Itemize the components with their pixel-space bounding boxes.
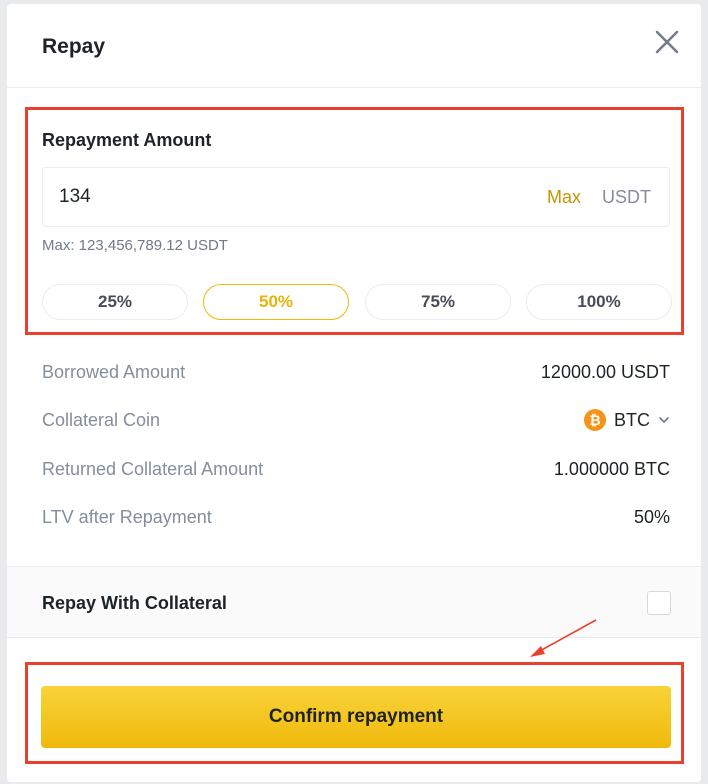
modal-title: Repay: [42, 35, 106, 58]
repay-with-collateral-checkbox[interactable]: [647, 591, 671, 615]
borrowed-amount-label: Borrowed Amount: [42, 361, 186, 382]
repayment-amount-input[interactable]: [59, 168, 479, 226]
collateral-coin-label: Collateral Coin: [42, 409, 161, 430]
returned-collateral-value: 1.000000 BTC: [553, 458, 670, 479]
repay-with-collateral-label: Repay With Collateral: [42, 593, 227, 613]
collateral-coin-row: Collateral Coin ₿ BTC: [42, 405, 670, 435]
collateral-coin-value: BTC: [614, 409, 650, 430]
percent-button-50[interactable]: 50%: [203, 284, 349, 320]
bitcoin-icon: ₿: [584, 409, 606, 431]
repayment-amount-field: Max USDT: [42, 167, 670, 227]
max-button[interactable]: Max: [547, 187, 581, 208]
repayment-amount-label: Repayment Amount: [42, 130, 212, 150]
ltv-value: 50%: [633, 506, 670, 527]
close-icon: [655, 30, 679, 54]
repay-with-collateral-section: Repay With Collateral: [7, 566, 701, 638]
collateral-coin-selector[interactable]: ₿ BTC: [584, 409, 670, 431]
max-amount-hint: Max: 123,456,789.12 USDT: [42, 237, 228, 254]
close-button[interactable]: [653, 28, 681, 56]
chevron-down-icon: [659, 417, 669, 423]
ltv-label: LTV after Repayment: [42, 506, 212, 527]
ltv-row: LTV after Repayment 50%: [42, 502, 670, 532]
currency-unit: USDT: [602, 187, 651, 207]
borrowed-amount-value: 12000.00 USDT: [540, 361, 670, 382]
percent-button-100[interactable]: 100%: [526, 284, 672, 320]
modal-header: Repay: [7, 4, 701, 88]
returned-collateral-row: Returned Collateral Amount 1.000000 BTC: [42, 454, 670, 484]
borrowed-amount-row: Borrowed Amount 12000.00 USDT: [42, 357, 670, 387]
confirm-repayment-button[interactable]: Confirm repayment: [41, 686, 671, 748]
percent-button-75[interactable]: 75%: [365, 284, 511, 320]
repay-modal: Repay Repayment Amount Max USDT Max: 123…: [7, 4, 701, 782]
percent-button-25[interactable]: 25%: [42, 284, 188, 320]
returned-collateral-label: Returned Collateral Amount: [42, 458, 264, 479]
